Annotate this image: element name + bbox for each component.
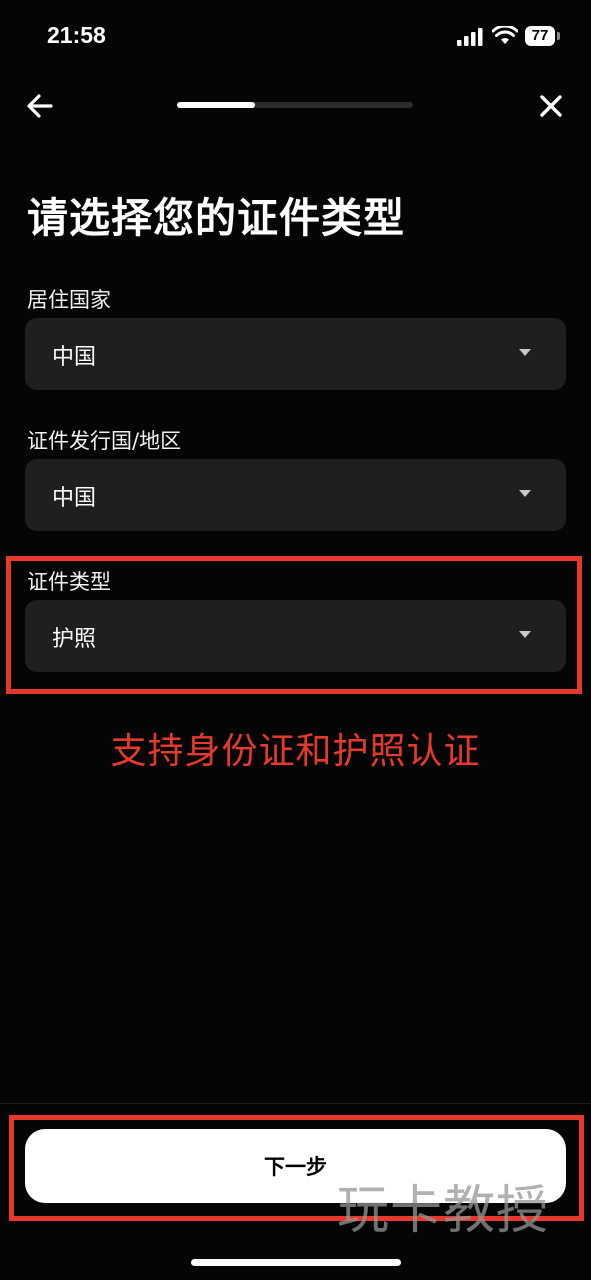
page-title: 请选择您的证件类型 (27, 194, 405, 242)
battery-level: 77 (525, 26, 555, 46)
chevron-down-icon (519, 349, 531, 356)
arrow-left-icon[interactable] (24, 90, 56, 122)
residence-country-value: 中国 (52, 345, 97, 370)
wifi-icon (492, 26, 518, 44)
annotation-text: 支持身份证和护照认证 (110, 731, 481, 772)
issuing-country-value: 中国 (52, 486, 97, 511)
status-bar: 21:58 77 (0, 0, 591, 70)
status-time: 21:58 (47, 22, 106, 48)
signal-icon (457, 28, 483, 46)
close-icon[interactable] (537, 92, 565, 120)
battery-icon: 77 (525, 26, 561, 48)
progress-fill (177, 102, 255, 108)
residence-country-select[interactable]: 中国 (25, 318, 566, 390)
document-type-highlight (6, 556, 582, 694)
residence-country-label: 居住国家 (27, 288, 111, 312)
watermark: 玩卡教授 (337, 1181, 550, 1241)
chevron-down-icon (519, 490, 531, 497)
issuing-country-select[interactable]: 中国 (25, 459, 566, 531)
issuing-country-label: 证件发行国/地区 (27, 429, 182, 453)
home-indicator[interactable] (191, 1259, 401, 1266)
divider (0, 1103, 591, 1104)
progress-bar (177, 102, 413, 108)
